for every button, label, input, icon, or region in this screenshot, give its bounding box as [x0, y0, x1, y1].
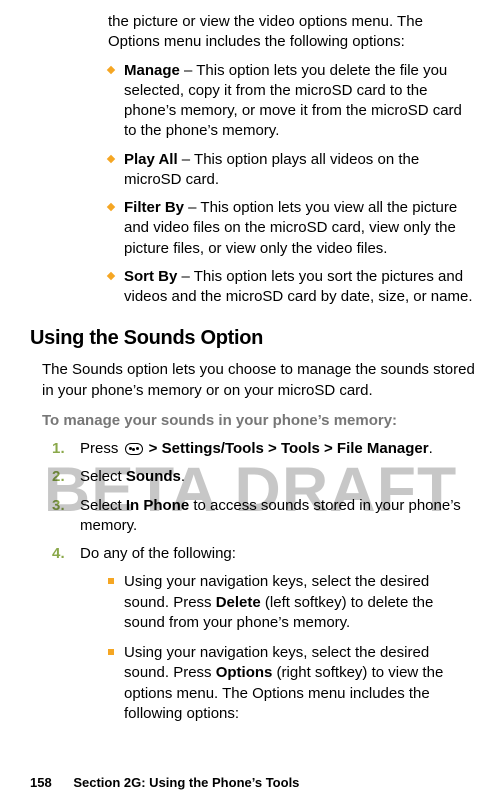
section-label: Section 2G: Using the Phone’s Tools [73, 775, 299, 790]
continuation-paragraph: the picture or view the video options me… [108, 12, 475, 53]
term: Filter By [124, 199, 184, 216]
page-number: 158 [30, 775, 52, 790]
term: Manage [124, 62, 180, 79]
step-number: 4. [52, 544, 80, 564]
step-1: 1. Press > Settings/Tools > Tools > File… [52, 439, 475, 459]
term: Sort By [124, 268, 177, 285]
menu-path: Settings/Tools > Tools > File Manager [162, 440, 429, 457]
diamond-bullet-list: Manage – This option lets you delete the… [108, 61, 475, 308]
step-3: 3. Select In Phone to access sounds stor… [52, 496, 475, 537]
step-number: 1. [52, 439, 80, 459]
step-2: 2. Select Sounds. [52, 467, 475, 487]
list-item: Play All – This option plays all videos … [108, 150, 475, 191]
term: Options [216, 664, 273, 681]
term-desc: – This option lets you sort the pictures… [124, 268, 473, 305]
square-bullet-list: Using your navigation keys, select the d… [108, 572, 475, 724]
numbered-steps: 1. Press > Settings/Tools > Tools > File… [52, 439, 475, 564]
lead-paragraph: The Sounds option lets you choose to man… [42, 360, 475, 401]
list-item: Using your navigation keys, select the d… [108, 643, 475, 724]
term: Delete [216, 594, 261, 611]
heading-using-sounds-option: Using the Sounds Option [30, 325, 475, 352]
term: Play All [124, 151, 178, 168]
step-number: 2. [52, 467, 80, 487]
term: In Phone [126, 497, 189, 514]
list-item: Manage – This option lets you delete the… [108, 61, 475, 142]
step-number: 3. [52, 496, 80, 537]
menu-key-icon [125, 443, 143, 455]
list-item: Sort By – This option lets you sort the … [108, 267, 475, 308]
step-body: Select Sounds. [80, 467, 475, 487]
page-footer: 158 Section 2G: Using the Phone’s Tools [30, 774, 299, 792]
step-body: Do any of the following: [80, 544, 475, 564]
task-intro: To manage your sounds in your phone’s me… [42, 411, 475, 431]
step-body: Press > Settings/Tools > Tools > File Ma… [80, 439, 475, 459]
list-item: Filter By – This option lets you view al… [108, 198, 475, 259]
step-body: Select In Phone to access sounds stored … [80, 496, 475, 537]
list-item: Using your navigation keys, select the d… [108, 572, 475, 633]
step-4: 4. Do any of the following: [52, 544, 475, 564]
term: Sounds [126, 468, 181, 485]
page-content: the picture or view the video options me… [0, 12, 475, 724]
